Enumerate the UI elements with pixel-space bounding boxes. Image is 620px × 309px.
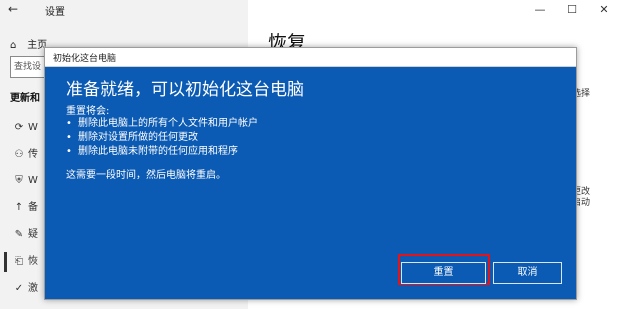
cancel-button[interactable]: 取消 <box>493 262 562 284</box>
sync-icon: ⟳ <box>14 122 24 133</box>
reset-button[interactable]: 重置 <box>401 262 486 284</box>
close-icon[interactable]: ✕ <box>588 0 620 20</box>
dialog-intro: 重置将会: <box>66 106 110 117</box>
dialog-note: 这需要一段时间，然后电脑将重启。 <box>66 170 226 181</box>
sidebar-item-label: 疑 <box>28 229 38 240</box>
sidebar-item-label: 备 <box>28 202 38 213</box>
sidebar-item-recovery[interactable]: ⎗ 恢 <box>4 252 46 272</box>
list-item: • 删除此电脑未附带的任何应用和程序 <box>66 146 238 157</box>
app-title: 设置 <box>45 7 65 18</box>
dialog-bullet-list: • 删除此电脑上的所有个人文件和用户帐户 • 删除对设置所做的任何更改 • 删除此电脑… <box>66 117 258 159</box>
sidebar-item-delivery[interactable]: ⚇ 传 <box>10 145 46 165</box>
sidebar-item-home[interactable]: ⌂ 主页 <box>10 36 47 51</box>
activation-icon: ✓ <box>14 283 24 294</box>
sidebar-item-label: W <box>28 175 38 186</box>
sidebar-item-label: 恢 <box>28 256 38 267</box>
sidebar-item-activation[interactable]: ✓ 激 <box>10 279 46 299</box>
dialog-heading: 准备就绪，可以初始化这台电脑 <box>66 80 304 100</box>
back-arrow-icon[interactable]: ← <box>8 2 18 16</box>
sidebar-item-label: 传 <box>28 149 38 160</box>
sidebar-item-backup[interactable]: ↑ 备 <box>10 198 46 218</box>
delivery-icon: ⚇ <box>14 149 24 160</box>
backup-icon: ↑ <box>14 202 24 213</box>
minimize-icon[interactable]: — <box>524 0 556 20</box>
list-item: • 删除此电脑上的所有个人文件和用户帐户 <box>66 118 258 129</box>
home-icon: ⌂ <box>10 40 17 51</box>
dialog-titlebar: 初始化这台电脑 <box>45 48 576 67</box>
sidebar-item-label: W <box>28 122 38 133</box>
sidebar-item-label: 激 <box>28 283 38 294</box>
shield-icon: ⛨ <box>15 175 23 186</box>
search-input[interactable]: 查找设 <box>10 56 45 78</box>
recovery-icon: ⎗ <box>15 256 23 267</box>
sidebar-item-security[interactable]: ⛨ W <box>10 171 46 191</box>
sidebar-item-windows-update[interactable]: ⟳ W <box>10 118 46 138</box>
section-title: 更新和 <box>10 93 40 104</box>
reset-pc-dialog: 初始化这台电脑 准备就绪，可以初始化这台电脑 重置将会: • 删除此电脑上的所有个… <box>44 47 577 300</box>
dialog-title: 初始化这台电脑 <box>53 54 117 64</box>
wrench-icon: ✎ <box>14 229 24 240</box>
sidebar-item-troubleshoot[interactable]: ✎ 疑 <box>10 225 46 245</box>
window-controls: — ☐ ✕ <box>524 0 620 20</box>
list-item: • 删除对设置所做的任何更改 <box>66 132 198 143</box>
maximize-icon[interactable]: ☐ <box>556 0 588 20</box>
